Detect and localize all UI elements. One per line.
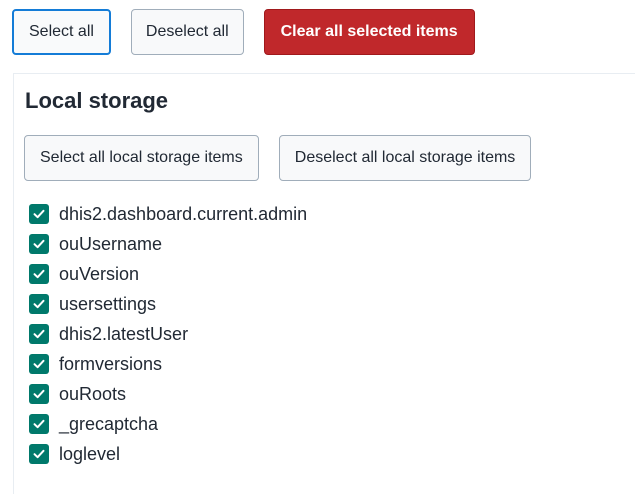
item-label: ouVersion	[59, 263, 140, 284]
item-label: _grecaptcha	[59, 413, 159, 434]
list-item[interactable]: ouUsername	[29, 229, 307, 259]
item-label: dhis2.latestUser	[59, 323, 189, 344]
checkbox[interactable]	[29, 444, 49, 464]
list-item[interactable]: _grecaptcha	[29, 409, 307, 439]
checkmark-icon	[33, 389, 45, 399]
checkbox[interactable]	[29, 354, 49, 374]
item-label: formversions	[59, 353, 163, 374]
list-item[interactable]: usersettings	[29, 289, 307, 319]
section-title: Local storage	[25, 88, 169, 113]
top-toolbar: Select all Deselect all Clear all select…	[12, 9, 475, 55]
checkbox[interactable]	[29, 324, 49, 344]
checkmark-icon	[33, 359, 45, 369]
local-storage-list: dhis2.dashboard.current.admin ouUsername…	[29, 199, 307, 469]
checkmark-icon	[33, 419, 45, 429]
select-all-local-storage-button[interactable]: Select all local storage items	[24, 135, 259, 181]
list-item[interactable]: formversions	[29, 349, 307, 379]
checkbox[interactable]	[29, 264, 49, 284]
checkmark-icon	[33, 449, 45, 459]
item-label: ouUsername	[59, 233, 163, 254]
item-label: usersettings	[59, 293, 157, 314]
list-item[interactable]: ouRoots	[29, 379, 307, 409]
checkmark-icon	[33, 299, 45, 309]
checkbox[interactable]	[29, 294, 49, 314]
list-item[interactable]: dhis2.dashboard.current.admin	[29, 199, 307, 229]
checkbox[interactable]	[29, 384, 49, 404]
clear-selected-button[interactable]: Clear all selected items	[263, 9, 475, 55]
list-item[interactable]: ouVersion	[29, 259, 307, 289]
item-label: ouRoots	[59, 383, 127, 404]
checkmark-icon	[33, 239, 45, 249]
deselect-all-local-storage-button[interactable]: Deselect all local storage items	[278, 135, 532, 181]
select-all-button[interactable]: Select all	[12, 9, 111, 55]
checkmark-icon	[33, 209, 45, 219]
list-item[interactable]: dhis2.latestUser	[29, 319, 307, 349]
checkbox[interactable]	[29, 414, 49, 434]
checkmark-icon	[33, 329, 45, 339]
item-label: loglevel	[59, 443, 121, 464]
checkmark-icon	[33, 269, 45, 279]
list-item[interactable]: loglevel	[29, 439, 307, 469]
item-label: dhis2.dashboard.current.admin	[59, 203, 308, 224]
checkbox[interactable]	[29, 204, 49, 224]
section-actions: Select all local storage items Deselect …	[24, 135, 532, 181]
checkbox[interactable]	[29, 234, 49, 254]
deselect-all-button[interactable]: Deselect all	[130, 9, 244, 55]
local-storage-section: Local storage Select all local storage i…	[13, 73, 635, 494]
